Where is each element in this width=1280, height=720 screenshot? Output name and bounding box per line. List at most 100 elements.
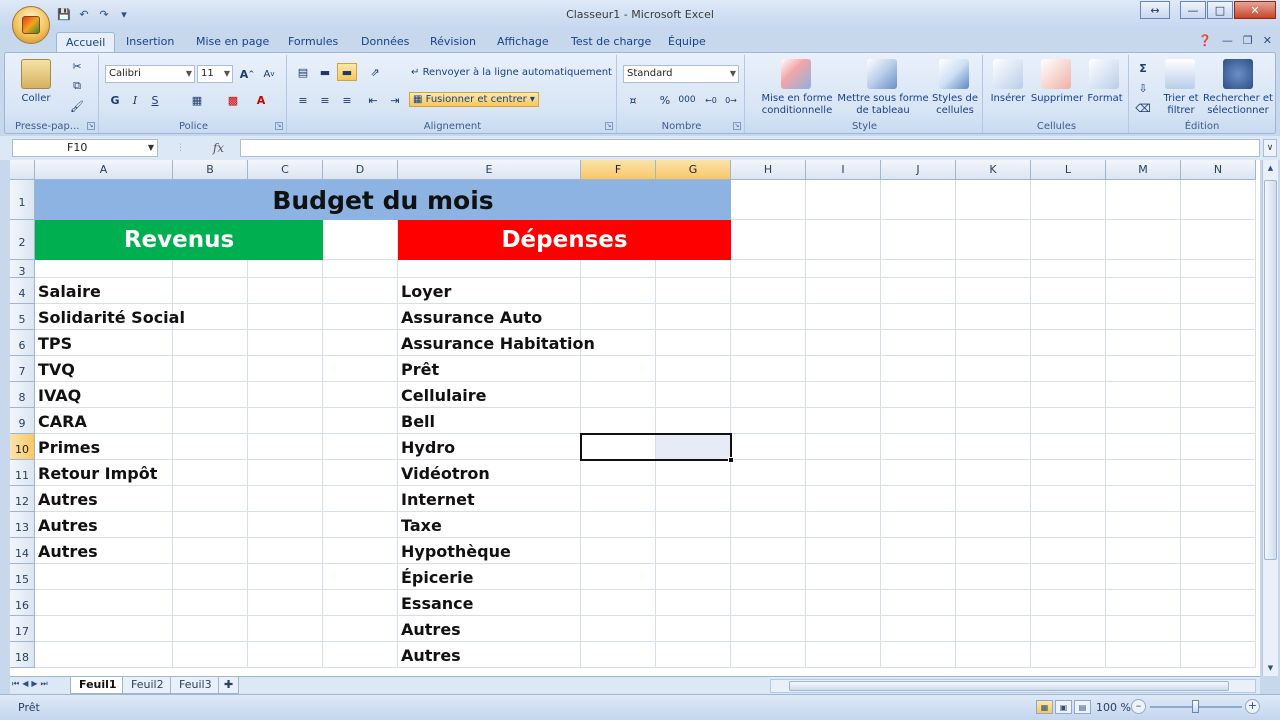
grid-cell[interactable] bbox=[1031, 304, 1106, 330]
paste-button[interactable]: Coller bbox=[9, 93, 63, 105]
column-header[interactable]: H bbox=[731, 160, 806, 180]
align-right-icon[interactable]: ≡ bbox=[337, 91, 357, 109]
name-box[interactable]: F10 ▼ bbox=[12, 139, 158, 157]
prev-sheet-icon[interactable]: ◀ bbox=[22, 679, 28, 689]
grid-cell[interactable] bbox=[581, 512, 656, 538]
grid-cell[interactable] bbox=[1031, 278, 1106, 304]
grid-cell[interactable] bbox=[956, 590, 1031, 616]
grid-cell[interactable] bbox=[881, 382, 956, 408]
grid-cell[interactable] bbox=[323, 408, 398, 434]
grid-cell[interactable] bbox=[1181, 538, 1256, 564]
grid-cell[interactable] bbox=[1106, 512, 1181, 538]
grid-cell[interactable] bbox=[806, 642, 881, 668]
grid-cell[interactable] bbox=[173, 330, 248, 356]
grid-cell[interactable] bbox=[35, 616, 173, 642]
row-header[interactable]: 15 bbox=[10, 564, 35, 590]
grid-cell[interactable] bbox=[806, 278, 881, 304]
grid-cell[interactable] bbox=[1031, 590, 1106, 616]
underline-button[interactable]: S bbox=[145, 91, 165, 109]
grid-cell[interactable] bbox=[956, 220, 1031, 260]
grid-cell[interactable] bbox=[1106, 382, 1181, 408]
revenus-item-cell[interactable]: Autres bbox=[35, 512, 173, 538]
grid-cell[interactable] bbox=[656, 538, 731, 564]
sheet-tab-feuil3[interactable]: Feuil3 bbox=[170, 677, 221, 694]
grid-cell[interactable] bbox=[1181, 382, 1256, 408]
column-header[interactable]: G bbox=[656, 160, 731, 180]
grid-cell[interactable] bbox=[173, 564, 248, 590]
grid-cell[interactable] bbox=[656, 278, 731, 304]
grid-cell[interactable] bbox=[248, 486, 323, 512]
grid-cell[interactable] bbox=[1181, 408, 1256, 434]
grid-cell[interactable] bbox=[731, 616, 806, 642]
grid-cell[interactable] bbox=[1181, 356, 1256, 382]
grid-cell[interactable] bbox=[1031, 642, 1106, 668]
paste-icon[interactable] bbox=[21, 59, 51, 89]
row-header[interactable]: 17 bbox=[10, 616, 35, 642]
revenus-header[interactable]: Revenus bbox=[35, 220, 323, 260]
grid-cell[interactable] bbox=[1181, 564, 1256, 590]
office-button[interactable] bbox=[12, 6, 50, 44]
grid-cell[interactable] bbox=[731, 180, 806, 220]
italic-button[interactable]: I bbox=[125, 91, 145, 109]
tab-formules[interactable]: Formules bbox=[288, 32, 338, 52]
revenus-item-cell[interactable]: Autres bbox=[35, 486, 173, 512]
grid-cell[interactable] bbox=[881, 538, 956, 564]
grid-cell[interactable] bbox=[1106, 642, 1181, 668]
number-launcher-icon[interactable]: ↘ bbox=[733, 122, 741, 130]
doc-close-icon[interactable]: ✕ bbox=[1263, 34, 1272, 47]
row-header[interactable]: 2 bbox=[10, 220, 35, 260]
grid-cell[interactable] bbox=[1181, 642, 1256, 668]
grid-cell[interactable] bbox=[1106, 486, 1181, 512]
grid-cell[interactable] bbox=[248, 590, 323, 616]
depenses-item-cell[interactable]: Vidéotron bbox=[398, 460, 581, 486]
grid-cell[interactable] bbox=[248, 408, 323, 434]
grid-cell[interactable] bbox=[806, 538, 881, 564]
grid-cell[interactable] bbox=[323, 330, 398, 356]
shrink-font-button[interactable]: Av bbox=[259, 65, 279, 83]
depenses-item-cell[interactable]: Autres bbox=[398, 642, 581, 668]
grid-cell[interactable] bbox=[881, 260, 956, 278]
grid-cell[interactable] bbox=[581, 278, 656, 304]
grid-cell[interactable] bbox=[656, 408, 731, 434]
grid-cell[interactable] bbox=[956, 616, 1031, 642]
column-header[interactable]: C bbox=[248, 160, 323, 180]
depenses-item-cell[interactable]: Loyer bbox=[398, 278, 581, 304]
autosum-icon[interactable]: Σ bbox=[1133, 59, 1153, 77]
column-header[interactable]: F bbox=[581, 160, 656, 180]
grid-cell[interactable] bbox=[656, 564, 731, 590]
grid-cell[interactable] bbox=[1181, 460, 1256, 486]
grid-cell[interactable] bbox=[731, 486, 806, 512]
depenses-item-cell[interactable]: Cellulaire bbox=[398, 382, 581, 408]
fill-handle[interactable] bbox=[728, 457, 734, 463]
grid-cell[interactable] bbox=[581, 486, 656, 512]
revenus-item-cell[interactable]: IVAQ bbox=[35, 382, 173, 408]
maximize-button[interactable]: □ bbox=[1207, 1, 1233, 19]
grid-cell[interactable] bbox=[398, 260, 581, 278]
grid-cell[interactable] bbox=[1181, 220, 1256, 260]
grid-cell[interactable] bbox=[1031, 330, 1106, 356]
tab-insertion[interactable]: Insertion bbox=[126, 32, 174, 52]
vertical-scroll-thumb[interactable] bbox=[1264, 180, 1277, 560]
grid-cell[interactable] bbox=[1106, 434, 1181, 460]
column-header[interactable]: E bbox=[398, 160, 581, 180]
row-header[interactable]: 6 bbox=[10, 330, 35, 356]
grid-cell[interactable] bbox=[881, 564, 956, 590]
depenses-item-cell[interactable]: Taxe bbox=[398, 512, 581, 538]
depenses-item-cell[interactable]: Épicerie bbox=[398, 564, 581, 590]
depenses-item-cell[interactable]: Hydro bbox=[398, 434, 581, 460]
grid-cell[interactable] bbox=[731, 260, 806, 278]
grid-cell[interactable] bbox=[173, 616, 248, 642]
grid-cell[interactable] bbox=[956, 382, 1031, 408]
grid-cell[interactable] bbox=[1106, 590, 1181, 616]
depenses-item-cell[interactable]: Autres bbox=[398, 616, 581, 642]
scroll-down-icon[interactable]: ▼ bbox=[1263, 660, 1278, 676]
grid-cell[interactable] bbox=[323, 538, 398, 564]
grid-cell[interactable] bbox=[323, 382, 398, 408]
row-header[interactable]: 8 bbox=[10, 382, 35, 408]
zoom-out-button[interactable]: – bbox=[1131, 699, 1146, 714]
row-header[interactable]: 16 bbox=[10, 590, 35, 616]
format-cells-icon[interactable] bbox=[1089, 59, 1119, 89]
grid-cell[interactable] bbox=[806, 220, 881, 260]
delete-button[interactable]: Supprimer bbox=[1029, 93, 1085, 105]
grid-cell[interactable] bbox=[248, 278, 323, 304]
